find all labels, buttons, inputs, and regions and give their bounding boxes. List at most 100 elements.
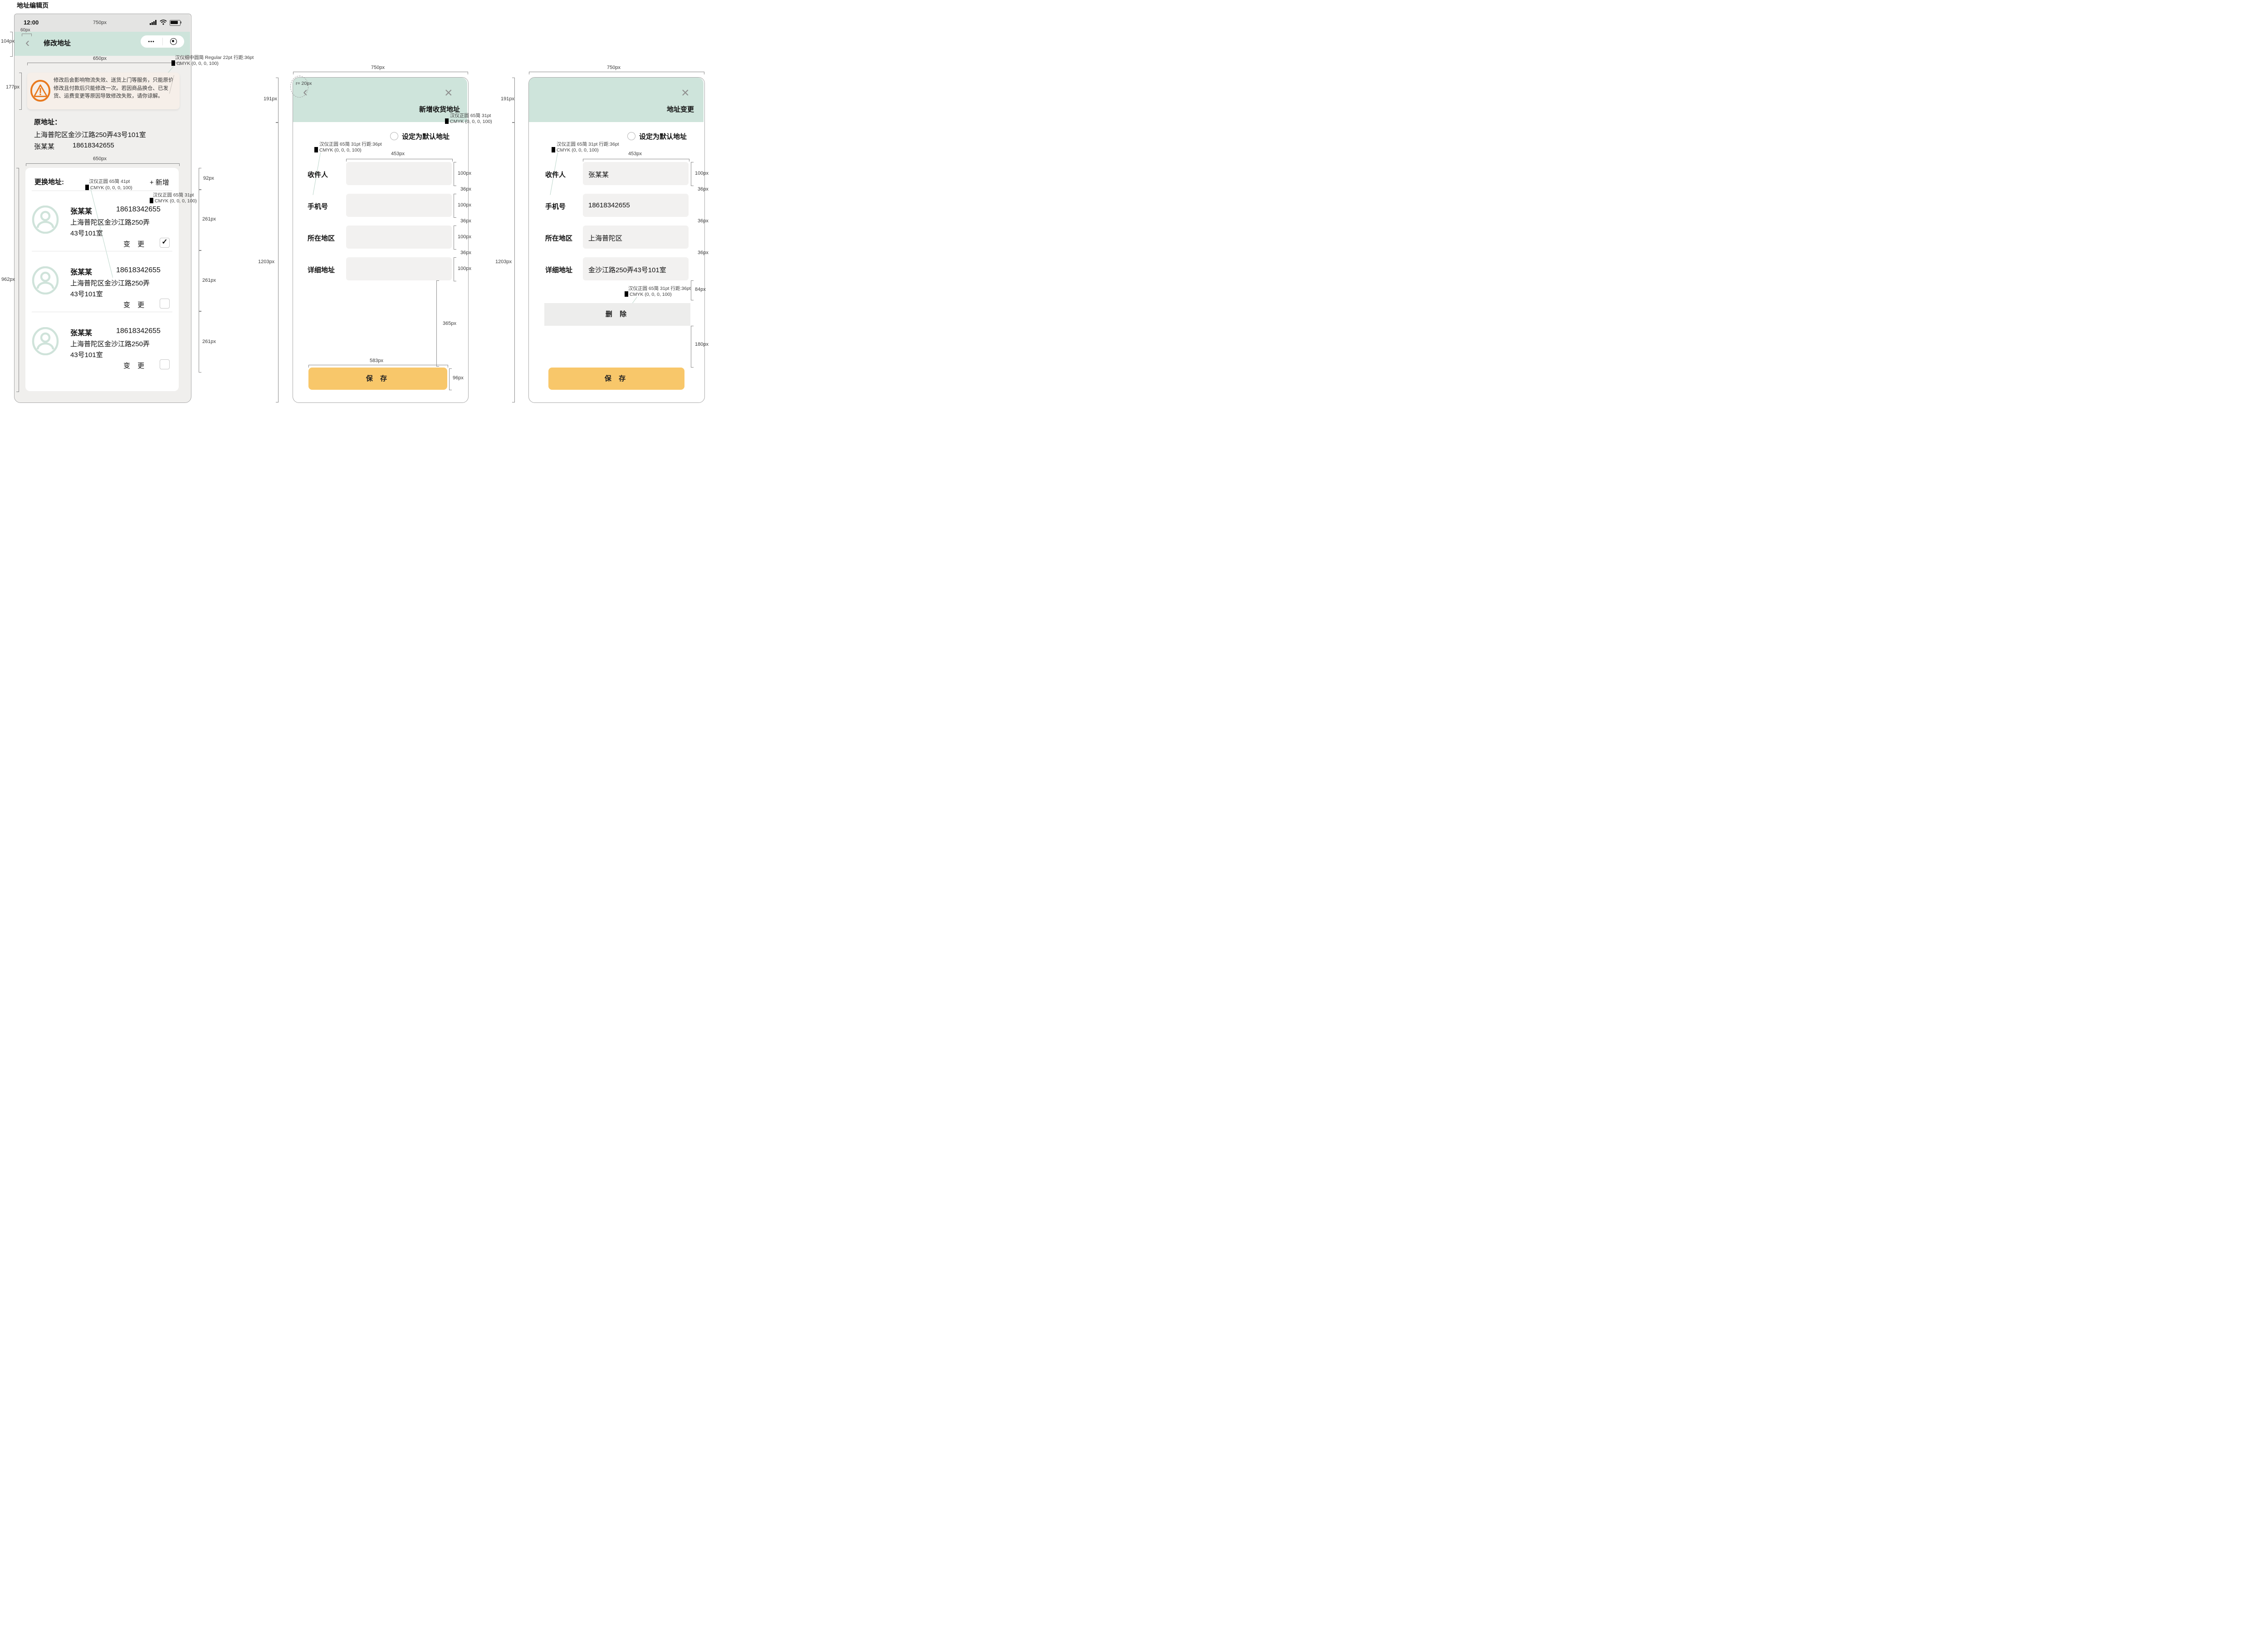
item-checkbox[interactable] <box>160 359 170 369</box>
warning-icon <box>30 80 51 102</box>
measure-96px <box>449 368 452 390</box>
dim-962px: 962px <box>1 277 15 282</box>
measure-1203px-phone3 <box>512 122 515 402</box>
wifi-icon <box>160 20 167 25</box>
field-input-detail[interactable] <box>346 257 452 280</box>
dim-750px-phone2: 750px <box>371 65 385 70</box>
save-button[interactable]: 保 存 <box>308 368 447 390</box>
measure-261px <box>199 189 201 251</box>
default-address-radio[interactable] <box>390 132 398 140</box>
dim-1203px-phone2: 1203px <box>258 259 274 265</box>
dim-750px-phone3: 750px <box>607 65 621 70</box>
dim-261px: 261px <box>202 278 216 283</box>
item-phone: 18618342655 <box>116 206 161 214</box>
measure-453px-phone3 <box>583 159 689 162</box>
measure-60px <box>22 34 32 36</box>
item-checkbox[interactable]: ✓ <box>160 238 170 248</box>
dim-453px-phone2: 453px <box>391 151 405 157</box>
change-address-title: 更换地址: <box>34 177 64 186</box>
dim-100px: 100px <box>458 266 471 271</box>
warning-text: 修改后会影响物流失效、送货上门等服务，只能原价修改且付款后只能修改一次。若因商品… <box>54 77 176 101</box>
cmyk-swatch <box>552 147 555 152</box>
item-phone: 18618342655 <box>116 266 161 275</box>
field-input-phone[interactable] <box>346 194 452 217</box>
field-label-detail: 详细地址 <box>545 265 572 275</box>
change-action-button[interactable]: 变 更 <box>123 300 147 309</box>
phone1-header-title: 修改地址 <box>44 38 71 48</box>
item-name: 张某某 <box>70 266 92 277</box>
field-label-phone: 手机号 <box>308 201 328 211</box>
measure-453px-phone2 <box>346 159 453 162</box>
field-label-receiver: 收件人 <box>545 170 566 179</box>
close-target-icon[interactable] <box>170 38 177 45</box>
field-value-receiver: 张某某 <box>588 170 609 179</box>
dim-100px: 100px <box>458 171 471 176</box>
measure-365px <box>436 280 439 367</box>
measure-100px <box>454 194 456 218</box>
font-note-22pt: 汉仪细中圆简 Regular 22pt 行距:36pt <box>175 54 254 61</box>
font-note-31pt-cmyk: CMYK (0, 0, 0, 100) <box>445 118 492 124</box>
dim-650px-card: 650px <box>93 156 107 162</box>
cmyk-swatch <box>625 291 628 297</box>
dim-191px-phone2: 191px <box>264 96 277 102</box>
dim-453px-phone3: 453px <box>628 151 642 157</box>
measure-191px-phone2 <box>276 78 279 123</box>
miniprogram-capsule[interactable]: ••• <box>141 35 184 48</box>
cmyk-swatch <box>85 185 89 190</box>
measure-191px-phone3 <box>512 78 515 123</box>
back-icon[interactable]: ‹ <box>303 85 308 99</box>
item-addr2: 43号101室 <box>70 350 103 359</box>
back-icon[interactable]: ‹ <box>25 36 29 49</box>
dim-100px: 100px <box>695 171 709 176</box>
phone3-header-title: 地址变更 <box>635 104 694 114</box>
page-title: 地址编辑页 <box>17 1 49 10</box>
delete-button[interactable]: 删 除 <box>544 303 690 326</box>
measure-650px-card <box>26 163 180 166</box>
save-button[interactable]: 保 存 <box>548 368 684 390</box>
font-note-41pt: 汉仪正圆 65简 41pt <box>89 178 130 185</box>
dim-36px: 36px <box>698 186 709 192</box>
measure-177px <box>19 73 22 110</box>
close-icon[interactable]: × <box>445 86 453 100</box>
change-action-button[interactable]: 变 更 <box>123 361 147 370</box>
item-phone: 18618342655 <box>116 327 161 335</box>
default-address-radio[interactable] <box>627 132 635 140</box>
menu-dots-icon[interactable]: ••• <box>141 39 162 44</box>
field-label-region: 所在地区 <box>308 233 335 243</box>
change-action-button[interactable]: 变 更 <box>123 239 147 249</box>
measure-104px <box>10 32 13 57</box>
field-label-phone: 手机号 <box>545 201 566 211</box>
measure-650px-warning <box>27 63 180 65</box>
item-addr2: 43号101室 <box>70 289 103 299</box>
dim-100px: 100px <box>458 202 471 208</box>
field-label-receiver: 收件人 <box>308 170 328 179</box>
status-time: 12:00 <box>24 19 39 26</box>
dim-180px: 180px <box>695 342 709 347</box>
font-note-22pt-cmyk: CMYK (0, 0, 0, 100) <box>171 60 219 66</box>
font-note-31pt: 汉仪正圆 65简 31pt <box>153 191 194 198</box>
font-note-31pt-lh-cmyk: CMYK (0, 0, 0, 100) <box>552 147 599 153</box>
measure-100px <box>691 162 694 186</box>
avatar-icon <box>32 206 59 234</box>
original-address-value: 上海普陀区金沙江路250弄43号101室 <box>34 130 146 139</box>
dim-650px-warning: 650px <box>93 56 107 61</box>
item-name: 张某某 <box>70 205 92 216</box>
close-icon[interactable]: × <box>681 86 689 100</box>
phone3-header <box>529 78 704 122</box>
dim-60px: 60px <box>20 28 30 33</box>
field-label-detail: 详细地址 <box>308 265 335 275</box>
measure-84px <box>691 280 694 300</box>
capsule-target[interactable] <box>163 38 185 46</box>
dim-36px: 36px <box>460 218 471 224</box>
dim-36px: 36px <box>460 250 471 255</box>
measure-962px <box>16 168 19 392</box>
dim-92px: 92px <box>203 176 214 181</box>
add-address-button[interactable]: + 新增 <box>150 177 169 187</box>
item-checkbox[interactable] <box>160 299 170 309</box>
field-input-receiver[interactable] <box>346 162 452 185</box>
measure-261px <box>199 250 201 312</box>
dim-36px: 36px <box>698 250 709 255</box>
dim-36px: 36px <box>460 186 471 192</box>
field-input-region[interactable] <box>346 226 452 249</box>
field-value-phone: 18618342655 <box>588 201 630 209</box>
